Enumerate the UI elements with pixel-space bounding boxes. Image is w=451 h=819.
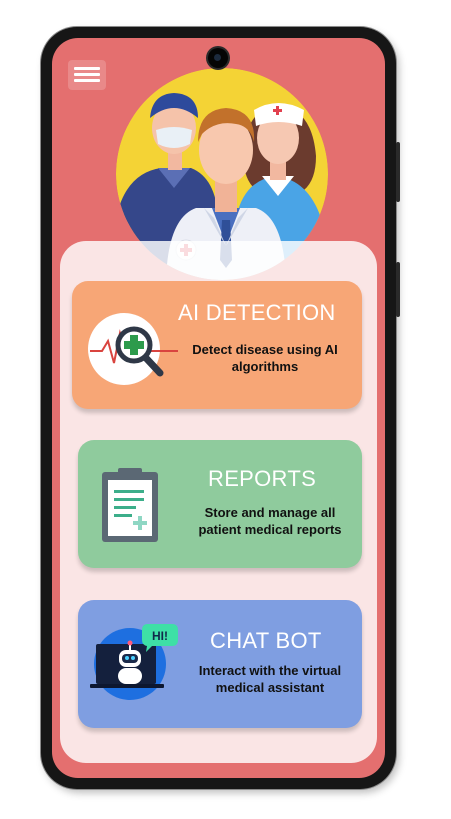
reports-description: Store and manage all patient medical rep… [198,505,342,537]
reports-title: REPORTS [208,466,317,491]
phone-frame: AI DETECTION Detect disease using AI alg… [41,27,400,789]
ai-detection-card[interactable]: AI DETECTION Detect disease using AI alg… [72,281,362,409]
clipboard-report-icon [102,468,158,542]
hamburger-menu-icon[interactable] [68,60,106,90]
volume-button [396,262,400,317]
chat-bot-card[interactable]: CHAT BOT Interact with the virtual medic… [78,600,362,728]
reports-card[interactable]: REPORTS Store and manage all patient med… [78,440,362,568]
front-camera [208,48,228,68]
power-button [396,142,400,202]
ai-detection-description: Detect disease using AI algorithms [192,342,338,374]
magnifier-heartbeat-icon [88,313,178,385]
chat-bot-title: CHAT BOT [210,628,322,653]
ai-detection-title: AI DETECTION [178,300,336,325]
chatbot-hi-bubble: HI! [152,629,168,643]
chatbot-robot-icon: HI! [90,624,178,700]
app-screen: AI DETECTION Detect disease using AI alg… [52,38,385,778]
chat-bot-description: Interact with the virtual medical assist… [198,663,342,695]
